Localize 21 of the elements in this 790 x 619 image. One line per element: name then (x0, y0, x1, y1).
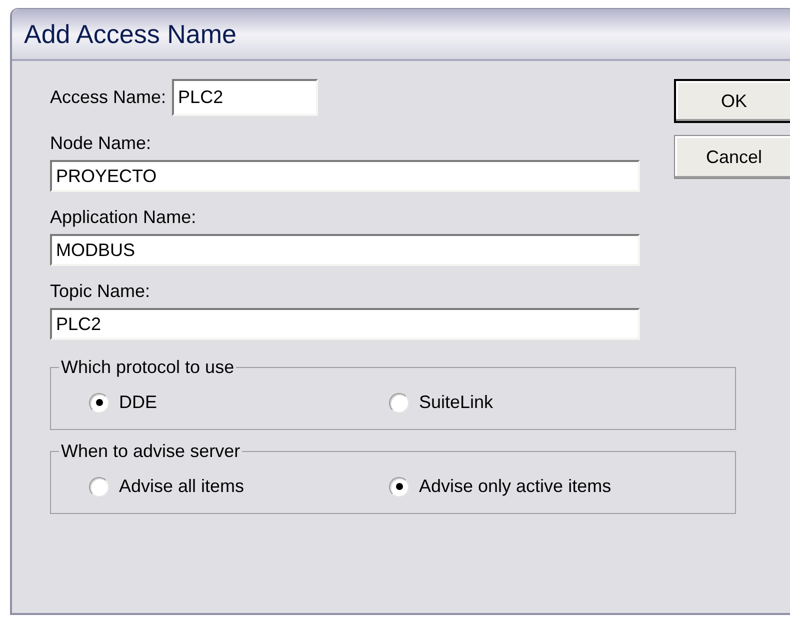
radio-button[interactable] (389, 392, 409, 412)
access-name-field[interactable]: PLC2 (172, 79, 318, 116)
text-field[interactable]: PLC2 (50, 308, 640, 340)
field-label: Node Name: (50, 132, 152, 154)
option-label: DDE (119, 391, 158, 414)
dialog-button[interactable]: OK (674, 79, 790, 123)
field-label: Topic Name: (50, 280, 150, 302)
dialog-button[interactable]: Cancel (674, 135, 790, 179)
group-title: When to advise server (60, 440, 242, 463)
group-title: Which protocol to use (60, 356, 236, 379)
option-label: Advise all items (119, 475, 244, 498)
text-field[interactable]: MODBUS (50, 234, 640, 266)
radio-button[interactable] (389, 476, 409, 496)
option-label: Advise only active items (419, 475, 612, 498)
radio-button[interactable] (89, 392, 109, 412)
option-label: SuiteLink (419, 391, 494, 414)
window-title: Add Access Name (24, 18, 236, 50)
radio-button[interactable] (89, 476, 109, 496)
field-label: Access Name: (50, 86, 166, 109)
field-label: Application Name: (50, 206, 196, 228)
text-field[interactable]: PROYECTO (50, 160, 640, 192)
